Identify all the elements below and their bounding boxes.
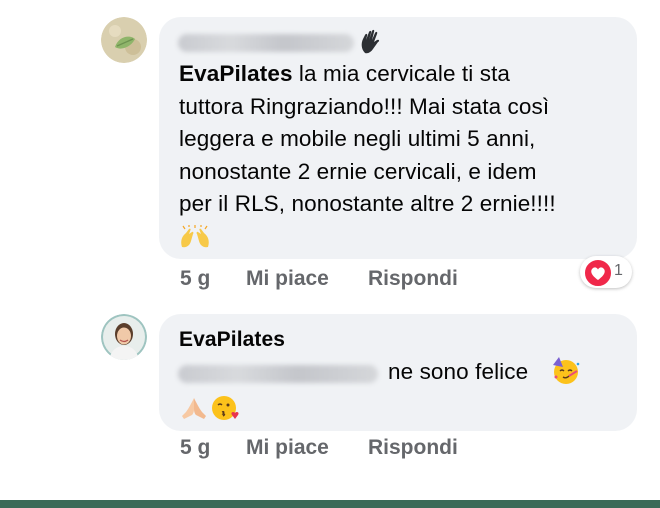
heart-reaction-icon <box>584 259 612 287</box>
comment-text: EvaPilates la mia cervicale ti sta tutto… <box>179 58 556 221</box>
redacted-author-name[interactable] <box>178 34 354 52</box>
timestamp[interactable]: 5 g <box>180 436 210 460</box>
profile-photo-icon <box>101 314 147 360</box>
kissing-face-icon <box>210 393 240 428</box>
like-button[interactable]: Mi piace <box>246 267 329 291</box>
reply-button[interactable]: Rispondi <box>368 267 458 291</box>
redacted-mention[interactable] <box>178 365 378 383</box>
reaction-badge[interactable]: 1 <box>580 256 632 288</box>
mention-link[interactable]: EvaPilates <box>179 61 293 86</box>
bottom-border-bar <box>0 500 660 508</box>
praying-hands-icon <box>180 396 208 425</box>
reply-text: ne sono felice <box>388 359 529 384</box>
reply-button[interactable]: Rispondi <box>368 436 458 460</box>
like-button[interactable]: Mi piace <box>246 436 329 460</box>
comment-line-3: leggera e mobile negli ultimi 5 anni, <box>179 126 536 151</box>
timestamp[interactable]: 5 g <box>180 267 210 291</box>
comment-line-5: per il RLS, nonostante altre 2 ernie!!!! <box>179 191 556 216</box>
raising-hands-icon <box>179 225 211 254</box>
comment-line-2: tuttora Ringraziando!!! Mai stata così <box>179 93 550 119</box>
comment-author[interactable]: EvaPilates <box>179 328 285 352</box>
waving-hand-icon <box>359 29 383 60</box>
comment-line-4: nonostante 2 ernie cervicali, e idem <box>179 158 537 184</box>
comment-line-1: la mia cervicale ti sta <box>292 61 511 86</box>
reaction-count: 1 <box>614 262 623 279</box>
commenter-avatar[interactable] <box>101 17 147 63</box>
evapilates-avatar[interactable] <box>101 314 147 360</box>
leaf-avatar-icon <box>101 17 147 63</box>
partying-face-icon <box>551 355 581 390</box>
